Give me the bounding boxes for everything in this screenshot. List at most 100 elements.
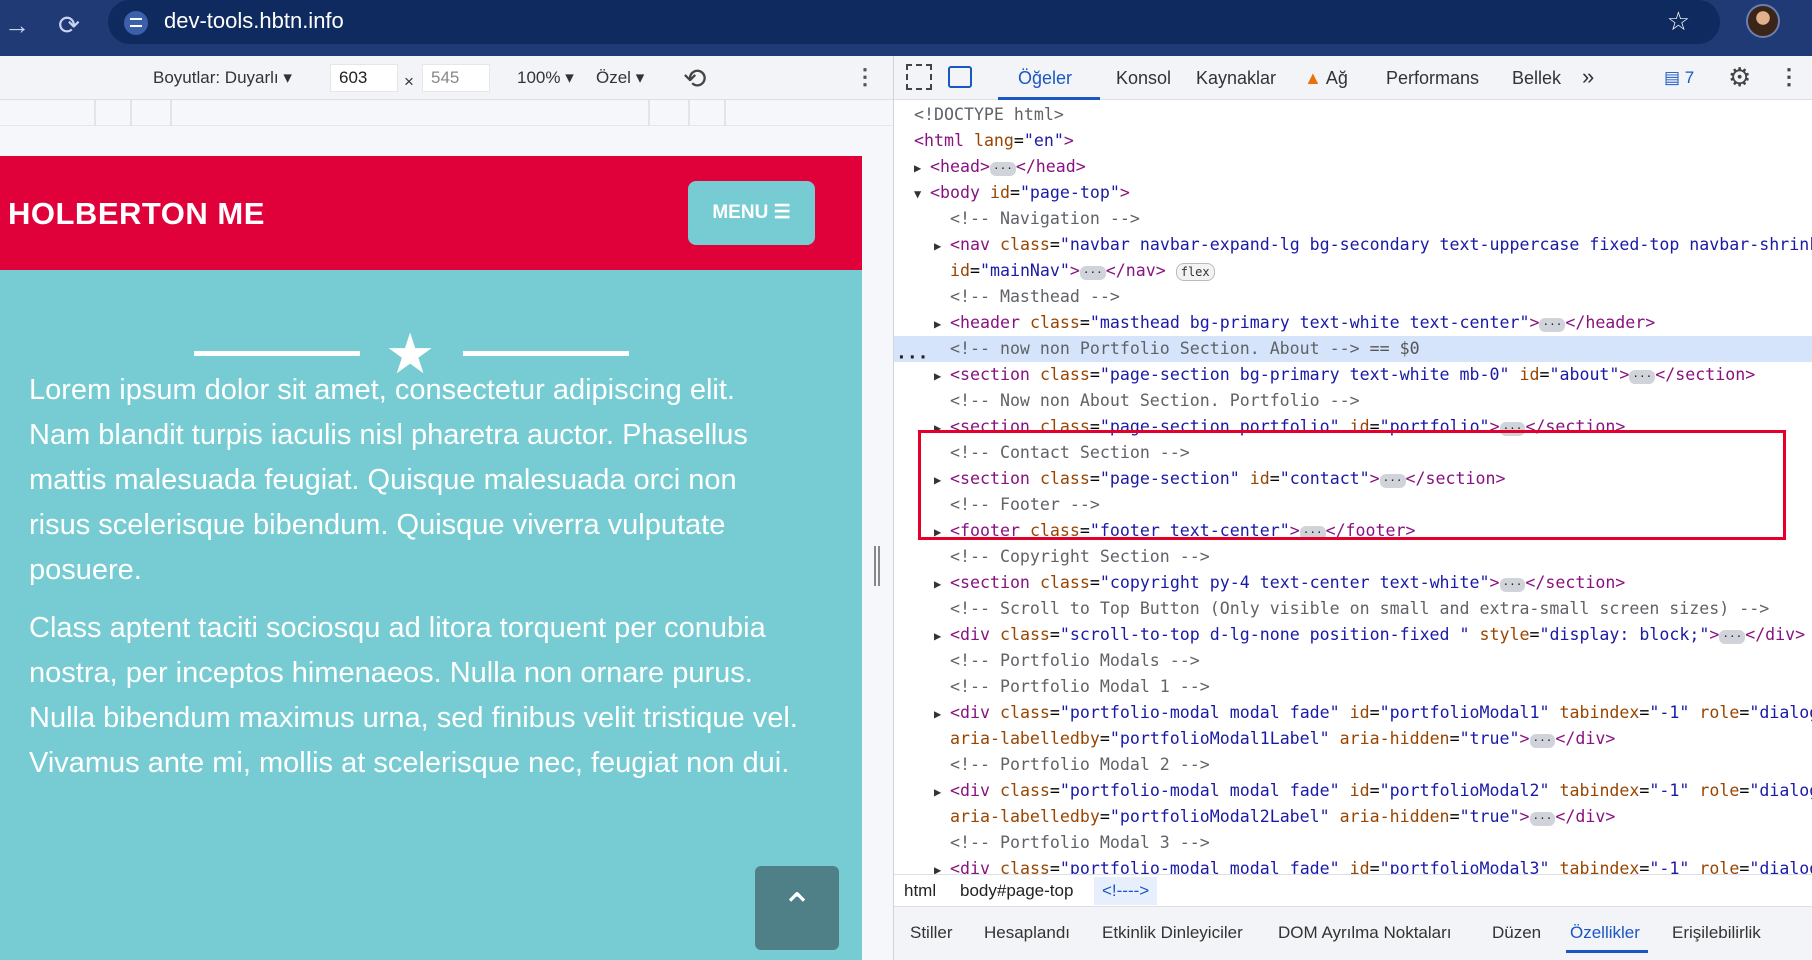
selected-marker: == $0: [1369, 339, 1420, 358]
tab-computed[interactable]: Hesaplandı: [984, 923, 1070, 943]
divider-line: [194, 351, 360, 356]
device-toggle-icon[interactable]: [948, 66, 972, 88]
tab-network[interactable]: ▲ Ağ: [1304, 68, 1348, 89]
dom-node[interactable]: <!-- Portfolio Modal 3 -->: [894, 830, 1812, 856]
tab-layout[interactable]: Düzen: [1492, 923, 1541, 943]
dom-node[interactable]: <!-- Portfolio Modal 2 -->: [894, 752, 1812, 778]
dom-node[interactable]: <!-- Portfolio Modals -->: [894, 648, 1812, 674]
tab-dom-breakpoints[interactable]: DOM Ayrılma Noktaları: [1278, 923, 1452, 943]
dom-tree[interactable]: <!DOCTYPE html> <html lang="en"> ▶ <head>…: [894, 100, 1812, 920]
ruler-tick: [130, 100, 132, 126]
width-input[interactable]: [330, 64, 398, 92]
dom-node[interactable]: <!-- Portfolio Modal 1 -->: [894, 674, 1812, 700]
browser-toolbar: → ⟳ dev-tools.hbtn.info ☆: [0, 0, 1812, 56]
breadcrumb-item[interactable]: html: [904, 881, 936, 901]
emulated-viewport[interactable]: ABOUT HOLBERTON ME MENU ☰ ★ Lorem ipsum …: [0, 156, 862, 960]
divider-line: [463, 351, 629, 356]
warning-icon: ▲: [1304, 68, 1322, 88]
dom-node[interactable]: <!-- Copyright Section -->: [894, 544, 1812, 570]
scroll-to-top-button[interactable]: ⌃: [755, 866, 839, 950]
chevron-up-icon: ⌃: [781, 887, 813, 929]
more-tabs-icon[interactable]: »: [1582, 64, 1594, 90]
throttle-label: Özel: [596, 68, 631, 87]
ruler-tick: [688, 100, 690, 126]
bookmark-star-icon[interactable]: ☆: [1667, 6, 1690, 37]
dom-node[interactable]: <html lang="en">: [894, 128, 1812, 154]
viewport-gap: [0, 126, 893, 156]
ruler-tick: [94, 100, 96, 126]
about-paragraph: Lorem ipsum dolor sit amet, consectetur …: [29, 374, 748, 586]
node-actions-icon[interactable]: ···: [896, 347, 929, 368]
dom-node[interactable]: ▶ <section class="copyright py-4 text-cen…: [894, 570, 1812, 596]
about-paragraph: Class aptent taciti sociosqu ad litora t…: [29, 612, 798, 779]
dom-node[interactable]: <!-- Scroll to Top Button (Only visible …: [894, 596, 1812, 622]
gear-icon[interactable]: ⚙: [1728, 62, 1751, 93]
hamburger-icon: ☰: [773, 202, 791, 223]
active-tab-indicator: [1566, 950, 1648, 953]
url-text[interactable]: dev-tools.hbtn.info: [164, 8, 344, 34]
tab-event-listeners[interactable]: Etkinlik Dinleyiciler: [1102, 923, 1243, 943]
height-input[interactable]: [422, 64, 490, 92]
dom-node-selected[interactable]: <!-- now non Portfolio Section. About --…: [894, 336, 1812, 362]
dom-node[interactable]: ▶ <header class="masthead bg-primary text…: [894, 310, 1812, 336]
breadcrumb-item[interactable]: body#page-top: [960, 881, 1073, 901]
devtools-tabbar: Öğeler Konsol Kaynaklar ▲ Ağ Performans …: [894, 56, 1812, 100]
throttle-dropdown[interactable]: Özel ▾: [596, 68, 644, 88]
dom-node[interactable]: aria-labelledby="portfolioModal2Label" a…: [894, 804, 1812, 830]
tab-accessibility[interactable]: Erişilebilirlik: [1672, 923, 1761, 943]
address-bar[interactable]: dev-tools.hbtn.info ☆: [108, 0, 1720, 44]
dom-node[interactable]: ▶ <section class="page-section bg-primary…: [894, 362, 1812, 388]
dom-node[interactable]: id="mainNav"> ··· </nav> flex: [894, 258, 1812, 284]
inspect-element-icon[interactable]: [906, 64, 932, 90]
annotation-highlight-box: [918, 430, 1786, 540]
tab-properties[interactable]: Özellikler: [1570, 923, 1640, 943]
dom-node[interactable]: ▶ <nav class="navbar navbar-expand-lg bg-…: [894, 232, 1812, 258]
tab-performance[interactable]: Performans: [1386, 68, 1479, 89]
tab-console[interactable]: Konsol: [1116, 68, 1171, 89]
dom-node[interactable]: ▶ <div class="portfolio-modal modal fade"…: [894, 778, 1812, 804]
dom-node[interactable]: ▼ <body id="page-top">: [894, 180, 1812, 206]
dom-node[interactable]: ▶ <div class="scroll-to-top d-lg-none pos…: [894, 622, 1812, 648]
issues-count: 7: [1684, 68, 1695, 87]
times-symbol: ×: [404, 72, 414, 91]
dom-node[interactable]: ▶ <div class="portfolio-modal modal fade"…: [894, 700, 1812, 726]
ruler-tick: [648, 100, 650, 126]
device-toolbar: Boyutlar: Duyarlı ▾ × 100% ▾ Özel ▾ ⟲ ⋮: [0, 56, 893, 100]
site-settings-icon[interactable]: [124, 11, 148, 35]
breadcrumb: html body#page-top <!---->: [894, 874, 1812, 906]
breadcrumb-item-current[interactable]: <!---->: [1094, 877, 1158, 905]
reload-icon[interactable]: ⟳: [52, 8, 86, 42]
site-navbar: HOLBERTON ME MENU ☰: [0, 156, 862, 270]
dom-node[interactable]: aria-labelledby="portfolioModal1Label" a…: [894, 726, 1812, 752]
zoom-label: 100%: [517, 68, 561, 87]
resize-handle[interactable]: [862, 156, 893, 960]
zoom-dropdown[interactable]: 100% ▾: [517, 68, 574, 88]
message-icon: ▤: [1664, 68, 1681, 87]
tab-styles[interactable]: Stiller: [910, 923, 953, 943]
grip-icon: [874, 546, 880, 586]
forward-icon[interactable]: →: [0, 8, 34, 42]
more-options-icon[interactable]: ⋮: [854, 64, 876, 90]
devtools-panel: Öğeler Konsol Kaynaklar ▲ Ağ Performans …: [894, 56, 1812, 960]
issues-badge[interactable]: ▤ 7: [1664, 68, 1694, 88]
dom-node[interactable]: ▶ <head> ··· </head>: [894, 154, 1812, 180]
dom-node[interactable]: <!DOCTYPE html>: [894, 102, 1812, 128]
sidebar-tabbar: Stiller Hesaplandı Etkinlik Dinleyiciler…: [894, 906, 1812, 960]
ruler-tick: [724, 100, 726, 126]
dimensions-label: Boyutlar: Duyarlı: [153, 68, 279, 87]
tab-sources[interactable]: Kaynaklar: [1196, 68, 1276, 89]
tab-memory[interactable]: Bellek: [1512, 68, 1561, 89]
site-brand[interactable]: HOLBERTON ME: [8, 196, 265, 232]
more-options-icon[interactable]: ⋮: [1778, 64, 1800, 90]
profile-avatar[interactable]: [1746, 4, 1780, 38]
menu-button[interactable]: MENU ☰: [688, 181, 815, 245]
dom-node[interactable]: <!-- Navigation -->: [894, 206, 1812, 232]
dimensions-dropdown[interactable]: Boyutlar: Duyarlı ▾: [153, 68, 292, 88]
ruler-tick: [170, 100, 172, 126]
menu-label: MENU: [712, 202, 769, 223]
rotate-icon[interactable]: ⟲: [683, 62, 706, 95]
dom-node[interactable]: <!-- Masthead -->: [894, 284, 1812, 310]
dom-node[interactable]: <!-- Now non About Section. Portfolio --…: [894, 388, 1812, 414]
media-query-ruler[interactable]: [0, 100, 893, 126]
tab-elements[interactable]: Öğeler: [1018, 68, 1072, 89]
